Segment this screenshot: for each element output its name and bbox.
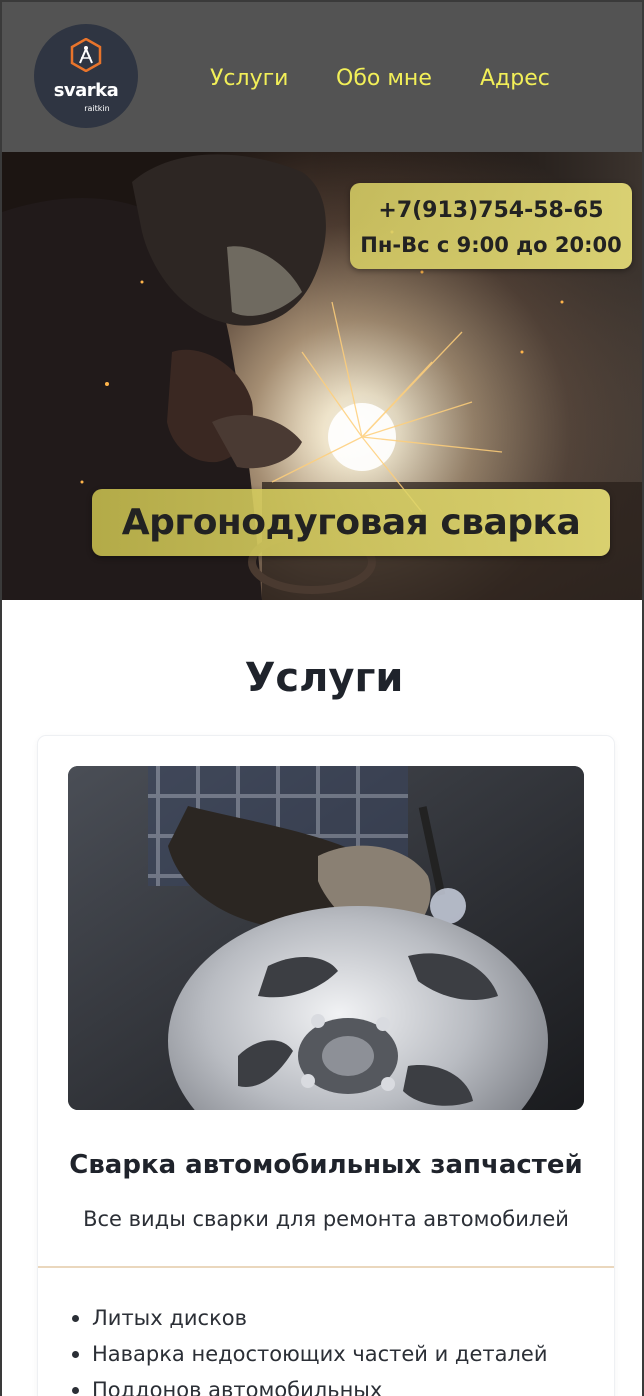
nav-link-about[interactable]: Обо мне: [336, 64, 432, 94]
services-section-title: Услуги: [244, 655, 404, 701]
service-card-description: Все виды сварки для ремонта автомобилей: [83, 1207, 569, 1231]
list-item: Поддонов автомобильных: [68, 1372, 547, 1396]
hero-title: Аргонодуговая сварка: [121, 502, 581, 543]
service-card: Сварка автомобильных запчастей Все виды …: [38, 736, 614, 1396]
logo-subtext: raitkin: [84, 104, 110, 113]
page-frame: svarka raitkin Услуги Обо мне Адрес +7(9…: [0, 0, 644, 1396]
list-item: Наварка недостоющих частей и деталей: [68, 1336, 547, 1372]
logo[interactable]: svarka raitkin: [34, 24, 138, 128]
phone-number[interactable]: +7(913)754-58-65: [350, 197, 632, 225]
service-card-image: [68, 766, 584, 1110]
nav-link-address[interactable]: Адрес: [480, 64, 550, 94]
nav-link-services[interactable]: Услуги: [210, 64, 288, 94]
service-card-title: Сварка автомобильных запчастей: [69, 1150, 583, 1180]
contact-badge: +7(913)754-58-65 Пн-Вс с 9:00 до 20:00: [350, 183, 632, 269]
service-card-list: Литых дисков Наварка недостоющих частей …: [68, 1300, 547, 1396]
bullet-icon: [72, 1315, 79, 1322]
hero-title-badge: Аргонодуговая сварка: [92, 489, 610, 556]
hexagon-compass-icon: [70, 38, 102, 72]
hero-banner: +7(913)754-58-65 Пн-Вс с 9:00 до 20:00 А…: [2, 152, 642, 600]
logo-text: svarka: [53, 80, 119, 101]
list-item-text: Литых дисков: [92, 1306, 247, 1330]
site-header: svarka raitkin Услуги Обо мне Адрес: [2, 2, 642, 152]
list-item: Литых дисков: [68, 1300, 547, 1336]
bullet-icon: [72, 1351, 79, 1358]
bullet-icon: [72, 1387, 79, 1394]
divider: [38, 1266, 614, 1268]
working-hours: Пн-Вс с 9:00 до 20:00: [360, 233, 622, 257]
wheel-welding-photo: [68, 766, 584, 1110]
list-item-text: Поддонов автомобильных: [92, 1378, 383, 1396]
list-item-text: Наварка недостоющих частей и деталей: [92, 1342, 548, 1366]
